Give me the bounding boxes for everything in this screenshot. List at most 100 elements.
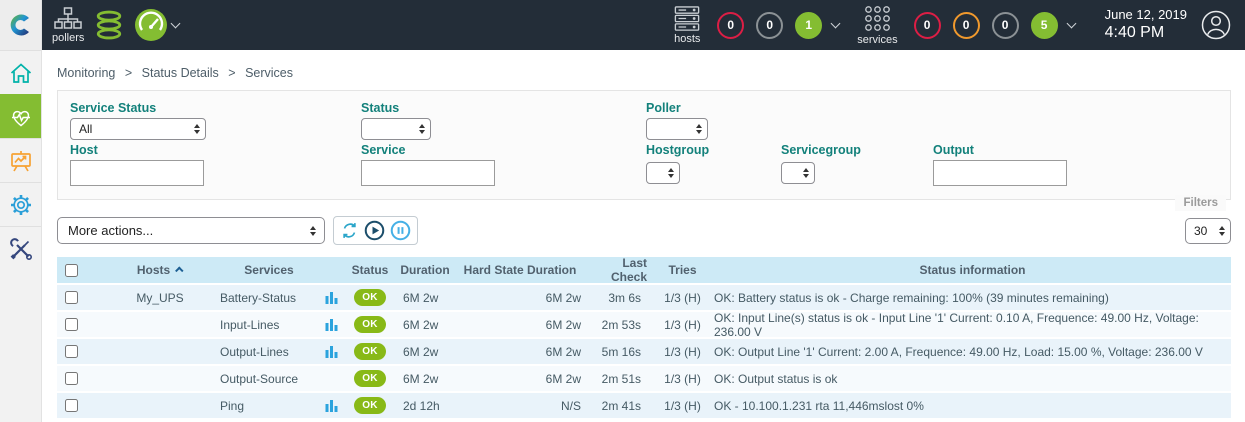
service-name[interactable]: Battery-Status	[220, 291, 318, 305]
select-arrows-icon	[304, 226, 316, 236]
graph-icon[interactable]	[325, 291, 338, 304]
services-critical-counter[interactable]: 0	[914, 12, 941, 39]
service-status-label: Service Status	[70, 101, 156, 115]
last-check-header[interactable]: Last Check	[585, 256, 655, 284]
servicegroup-select[interactable]	[781, 162, 815, 184]
services-chevron-down-icon[interactable]	[1066, 19, 1076, 29]
host-input[interactable]	[70, 160, 204, 186]
duration-header[interactable]: Duration	[395, 263, 455, 277]
select-all-checkbox[interactable]	[65, 264, 78, 277]
service-name[interactable]: Output-Lines	[220, 345, 318, 359]
status-badge: OK	[354, 370, 386, 387]
services-header[interactable]: Services	[220, 263, 318, 277]
page-size-value: 30	[1194, 224, 1207, 238]
graph-icon[interactable]	[325, 399, 338, 412]
pollers-menu[interactable]: pollers	[52, 7, 84, 44]
row-checkbox[interactable]	[65, 372, 78, 385]
tries-header[interactable]: Tries	[655, 263, 710, 277]
status-badge: OK	[354, 316, 386, 333]
status-label: Status	[361, 101, 399, 115]
more-actions-select[interactable]: More actions...	[57, 217, 325, 244]
row-checkbox[interactable]	[65, 291, 78, 304]
last-check-cell: 5m 16s	[585, 345, 655, 359]
service-input[interactable]	[361, 160, 495, 186]
breadcrumb-monitoring[interactable]: Monitoring	[57, 66, 115, 80]
table-header-row: Hosts Services Status Duration Hard Stat…	[57, 257, 1231, 283]
tools-icon	[9, 237, 33, 261]
graph-icon[interactable]	[325, 318, 338, 331]
host-label: Host	[70, 143, 98, 157]
pollers-label: pollers	[52, 32, 84, 44]
sidebar-item-home[interactable]	[0, 50, 41, 94]
breadcrumb-separator: >	[125, 66, 132, 80]
status-select[interactable]	[361, 118, 431, 140]
output-input[interactable]	[933, 160, 1067, 186]
page-size-select[interactable]: 30	[1185, 218, 1231, 244]
sidebar-item-reporting[interactable]	[0, 138, 41, 182]
services-unknown-counter[interactable]: 0	[992, 12, 1019, 39]
hard-state-duration-cell: 6M 2w	[455, 291, 585, 305]
hard-state-duration-cell: 6M 2w	[455, 318, 585, 332]
latency-gauge-icon[interactable]	[134, 8, 168, 42]
centreon-c-icon	[8, 12, 34, 38]
row-checkbox[interactable]	[65, 318, 78, 331]
hard-state-duration-cell: 6M 2w	[455, 345, 585, 359]
sidebar-item-monitoring[interactable]	[0, 94, 41, 138]
servicegroup-label: Servicegroup	[781, 143, 861, 157]
centreon-logo[interactable]	[0, 0, 41, 50]
hosts-menu[interactable]: hosts	[673, 6, 701, 45]
service-name[interactable]: Output-Source	[220, 372, 318, 386]
hosts-column-sort[interactable]: Hosts	[100, 263, 220, 277]
hostgroup-select[interactable]	[646, 162, 680, 184]
status-information-header[interactable]: Status information	[710, 263, 1231, 277]
poller-select[interactable]	[646, 118, 708, 140]
row-checkbox[interactable]	[65, 345, 78, 358]
filters-panel-tab[interactable]: Filters	[1175, 195, 1226, 211]
services-ok-counter[interactable]: 5	[1031, 12, 1058, 39]
heart-pulse-icon	[9, 105, 33, 129]
services-icon	[864, 5, 891, 32]
status-information-cell: OK: Input Line(s) status is ok - Input L…	[710, 311, 1231, 339]
graph-icon[interactable]	[325, 345, 338, 358]
last-check-cell: 3m 6s	[585, 291, 655, 305]
tries-cell: 1/3 (H)	[655, 399, 710, 413]
table-row: My_UPS Battery-Status OK 6M 2w 6M 2w 3m …	[57, 285, 1231, 310]
play-icon[interactable]	[364, 220, 385, 241]
sidebar-item-configuration[interactable]	[0, 182, 41, 226]
database-status-icon[interactable]	[94, 9, 124, 41]
hosts-label: hosts	[674, 33, 700, 45]
duration-cell: 6M 2w	[395, 345, 455, 359]
breadcrumb-services[interactable]: Services	[245, 66, 293, 80]
hosts-chevron-down-icon[interactable]	[831, 19, 841, 29]
hosts-ok-counter[interactable]: 1	[795, 12, 822, 39]
refresh-icon[interactable]	[340, 221, 359, 240]
services-label: services	[857, 34, 897, 46]
services-warning-counter[interactable]: 0	[953, 12, 980, 39]
hosts-critical-counter[interactable]: 0	[717, 12, 744, 39]
actions-toolbar: More actions... 30	[57, 216, 1231, 245]
status-information-cell: OK: Output status is ok	[710, 372, 1231, 386]
host-name[interactable]: My_UPS	[100, 291, 220, 305]
service-name[interactable]: Ping	[220, 399, 318, 413]
status-badge: OK	[354, 343, 386, 360]
current-time: 4:40 PM	[1105, 23, 1187, 43]
hard-state-duration-header[interactable]: Hard State Duration	[455, 263, 585, 277]
row-checkbox[interactable]	[65, 399, 78, 412]
topbar: pollers hosts 0 0 1 services 0 0	[42, 0, 1245, 50]
pause-icon[interactable]	[390, 220, 411, 241]
last-check-cell: 2m 53s	[585, 318, 655, 332]
hosts-unknown-counter[interactable]: 0	[756, 12, 783, 39]
sidebar-item-administration[interactable]	[0, 226, 41, 270]
services-menu[interactable]: services	[857, 5, 897, 46]
hard-state-duration-cell: N/S	[455, 399, 585, 413]
more-actions-value: More actions...	[68, 223, 153, 238]
service-status-select[interactable]: All	[70, 118, 206, 140]
pollers-chevron-down-icon[interactable]	[171, 19, 181, 29]
breadcrumb-status-details[interactable]: Status Details	[142, 66, 219, 80]
status-badge: OK	[354, 289, 386, 306]
user-avatar-icon[interactable]	[1201, 10, 1231, 40]
table-row: Input-Lines OK 6M 2w 6M 2w 2m 53s 1/3 (H…	[57, 312, 1231, 337]
status-header[interactable]: Status	[345, 263, 395, 277]
service-name[interactable]: Input-Lines	[220, 318, 318, 332]
main-content: Monitoring > Status Details > Services S…	[42, 50, 1245, 422]
